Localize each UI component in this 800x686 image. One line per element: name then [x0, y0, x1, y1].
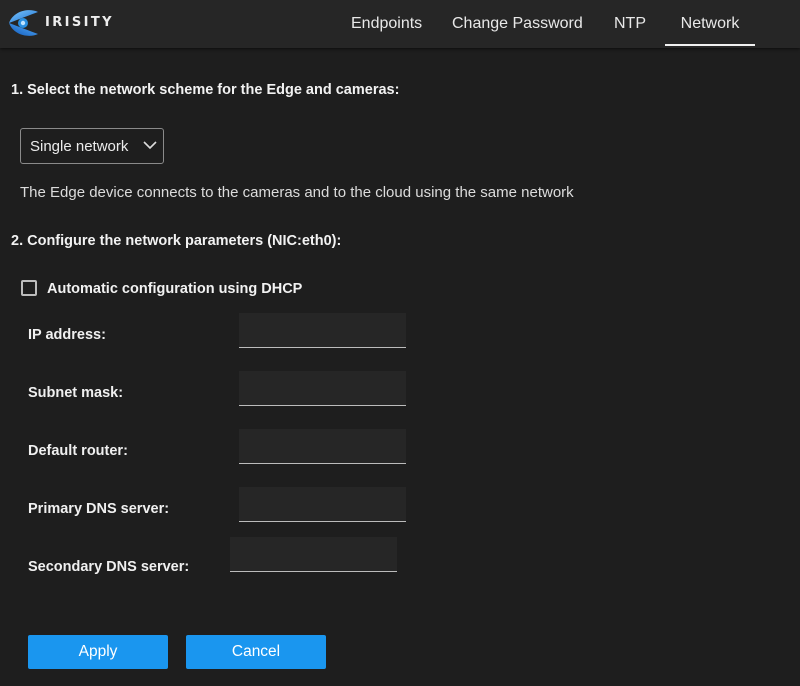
tab-ntp[interactable]: NTP — [614, 15, 646, 33]
dhcp-checkbox[interactable] — [21, 280, 37, 296]
tab-network[interactable]: Network — [665, 15, 755, 46]
default-router-input[interactable] — [239, 429, 406, 464]
network-scheme-select-value: Single network — [30, 138, 129, 155]
tab-endpoints[interactable]: Endpoints — [351, 15, 422, 33]
ip-address-label: IP address: — [28, 327, 106, 343]
chevron-down-icon — [143, 141, 157, 150]
network-scheme-description: The Edge device connects to the cameras … — [20, 184, 574, 201]
primary-dns-label: Primary DNS server: — [28, 501, 170, 517]
cancel-button[interactable]: Cancel — [186, 635, 326, 669]
brand-name: IRISITY — [45, 15, 114, 30]
section-title-network-parameters: 2. Configure the network parameters (NIC… — [11, 233, 342, 249]
ip-address-input[interactable] — [239, 313, 406, 348]
network-scheme-select[interactable]: Single network — [20, 128, 164, 164]
apply-button[interactable]: Apply — [28, 635, 168, 669]
secondary-dns-label: Secondary DNS server: — [28, 559, 190, 575]
subnet-mask-input[interactable] — [239, 371, 406, 406]
default-router-label: Default router: — [28, 443, 128, 459]
top-navigation-bar: IRISITY Endpoints Change Password NTP Ne… — [0, 0, 800, 48]
subnet-mask-label: Subnet mask: — [28, 385, 124, 401]
tab-change-password[interactable]: Change Password — [452, 15, 583, 33]
secondary-dns-input[interactable] — [230, 537, 397, 572]
section-title-network-scheme: 1. Select the network scheme for the Edg… — [11, 82, 400, 98]
dhcp-checkbox-label[interactable]: Automatic configuration using DHCP — [47, 281, 302, 297]
irisity-logo-icon — [9, 10, 38, 36]
primary-dns-input[interactable] — [239, 487, 406, 522]
